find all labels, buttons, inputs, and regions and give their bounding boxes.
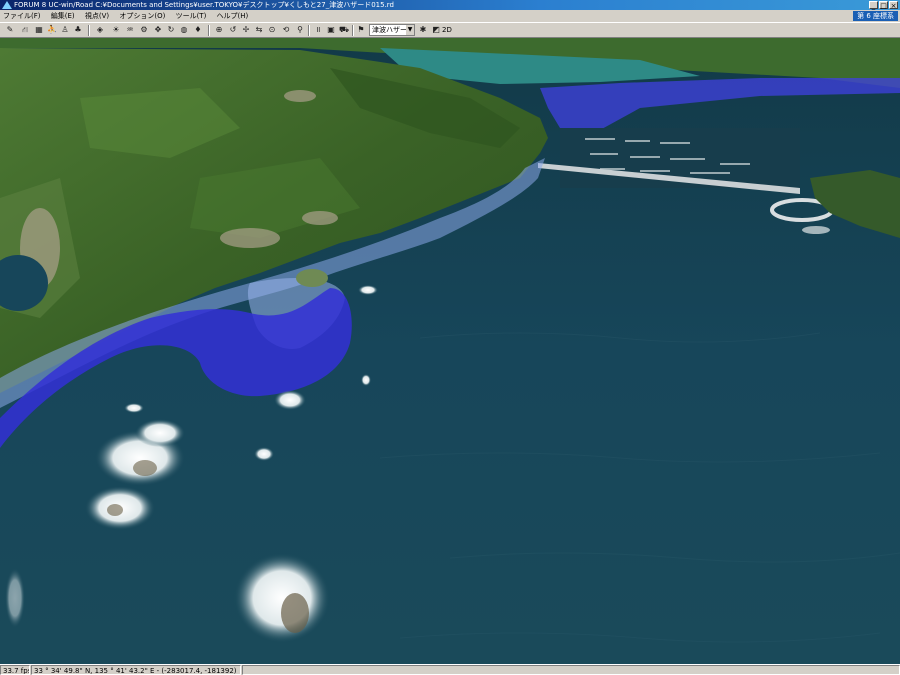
menu-view[interactable]: 視点(V) [81,10,113,22]
orbit-icon[interactable]: ⟲ [280,24,292,36]
menu-file[interactable]: ファイル(F) [0,10,45,22]
title-bar: FORUM 8 UC-win/Road C:¥Documents and Set… [0,0,900,10]
fps-readout: 33.7 fps [0,665,30,675]
road-icon[interactable]: ⛙ [19,24,31,36]
close-button[interactable]: × [889,1,898,10]
islet [296,269,328,287]
spectrum-icon[interactable]: ◩ [430,24,442,36]
status-bar: 33.7 fps 33 ° 34' 49.8" N, 135 ° 41' 43.… [0,664,900,675]
minimize-button[interactable]: _ [869,1,878,10]
globe-icon[interactable]: ◍ [178,24,190,36]
menu-help[interactable]: ヘルプ(H) [213,10,253,22]
menu-bar: ファイル(F) 編集(E) 視点(V) オプション(O) ツール(T) ヘルプ(… [0,10,900,22]
2d-mode-button[interactable]: 2D [442,24,456,36]
menu-edit[interactable]: 編集(E) [47,10,79,22]
map-icon[interactable]: ✥ [152,24,164,36]
vehicle-icon[interactable]: ⛟ [338,24,350,36]
tree-icon[interactable]: ♣ [72,24,84,36]
pause-icon[interactable]: ॥ [312,24,324,36]
marker-icon[interactable]: ⚲ [294,24,306,36]
pan-icon[interactable]: ⇆ [253,24,265,36]
bus-icon[interactable]: ▣ [325,24,337,36]
chevron-down-icon: ▼ [406,25,414,35]
window-title: FORUM 8 UC-win/Road C:¥Documents and Set… [14,1,394,9]
rotate-icon[interactable]: ↺ [227,24,239,36]
person-icon[interactable]: ♙ [59,24,71,36]
car-icon[interactable]: ♦ [192,24,204,36]
maximize-button[interactable]: □ [879,1,888,10]
flag-icon[interactable]: ⚑ [355,24,367,36]
scenario-dropdown-value: 津波ハザー [372,26,407,34]
light-icon[interactable]: ☀ [110,24,122,36]
figure-icon[interactable]: ⛹ [46,24,58,36]
toolbar: ✎ ⛙ ▦ ⛹ ♙ ♣ ◈ ☀ ♒ ⚙ ✥ ↻ ◍ ♦ ⊕ ↺ ✢ ⇆ ⊙ ⟲ … [0,22,900,38]
menu-options[interactable]: オプション(O) [115,10,169,22]
camera-icon[interactable]: ⚙ [138,24,150,36]
3d-viewport[interactable] [0,38,900,664]
status-empty [242,665,900,675]
refresh-icon[interactable]: ↻ [165,24,177,36]
target-icon[interactable]: ⊕ [213,24,225,36]
3d-view-icon[interactable]: ◈ [94,24,106,36]
grid-icon[interactable]: ▦ [33,24,45,36]
menu-tools[interactable]: ツール(T) [172,10,211,22]
scenario-dropdown[interactable]: 津波ハザー ▼ [369,24,415,36]
coordinate-system-badge: 第 6 座標系 [853,11,898,21]
move-icon[interactable]: ✢ [240,24,252,36]
pencil-icon[interactable]: ✎ [4,24,16,36]
terrain-scene [0,38,900,664]
terrain-icon[interactable]: ♒ [124,24,136,36]
settings-icon[interactable]: ✱ [417,24,429,36]
coordinate-readout: 33 ° 34' 49.8" N, 135 ° 41' 43.2" E - (-… [31,665,241,675]
zoom-icon[interactable]: ⊙ [266,24,278,36]
app-logo-icon [2,1,12,9]
